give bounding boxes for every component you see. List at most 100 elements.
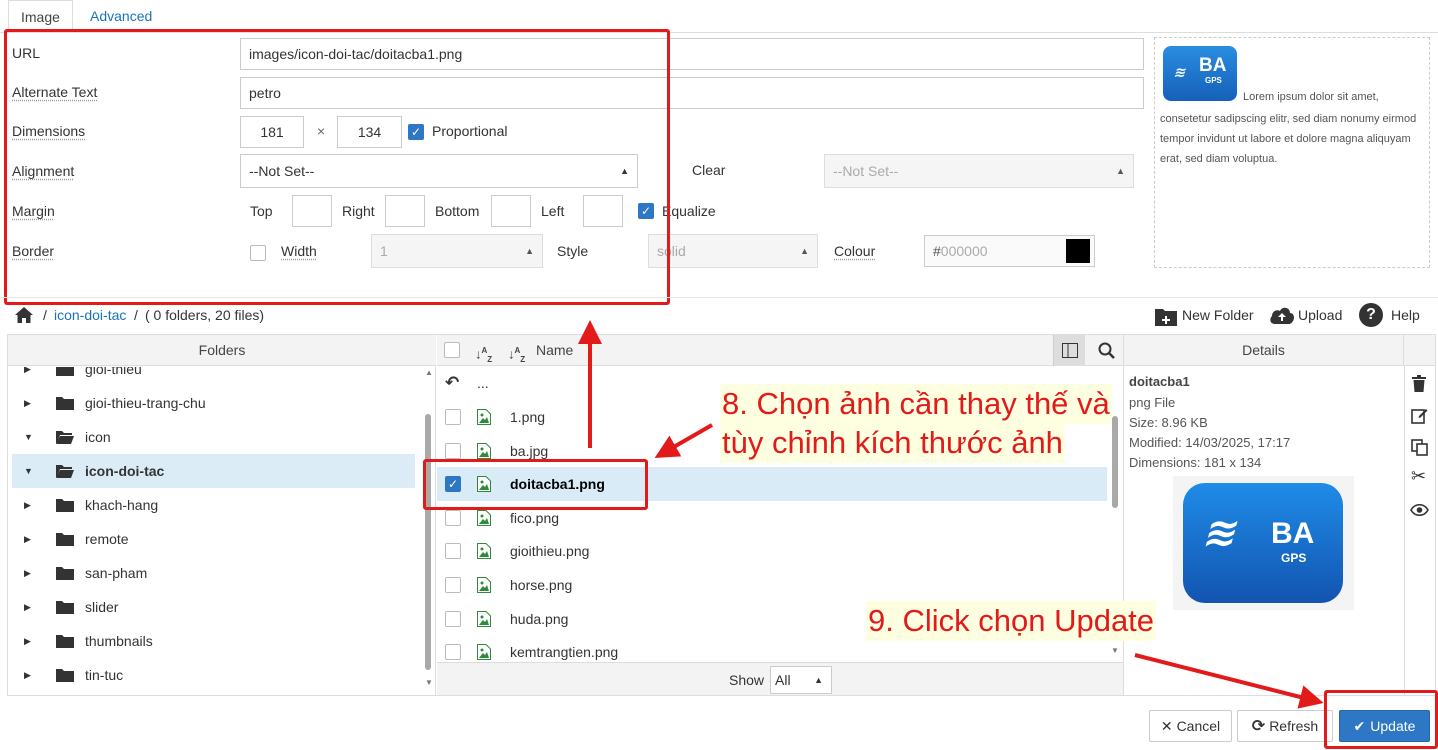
folder-item[interactable]: ▶ slider [12,590,415,624]
file-checkbox[interactable] [445,409,461,425]
preview-lorem-text: consetetur sadipscing elitr, sed diam no… [1160,113,1417,165]
details-dimensions: Dimensions: 181 x 134 [1129,455,1262,470]
caret-right-icon[interactable]: ▶ [24,386,31,420]
logo-text: BA [1199,55,1227,76]
colour-swatch[interactable] [1066,239,1090,263]
upload-label: Upload [1298,307,1343,323]
image-file-icon [477,442,491,459]
folder-scroll-thumb[interactable] [425,414,431,670]
selected-file-highlight-box [423,459,648,510]
folder-item[interactable]: ▼ icon [12,420,415,454]
details-name: doitacba1 [1129,374,1190,389]
breadcrumb-info: ( 0 folders, 20 files) [145,307,265,323]
border-style-select[interactable]: solid ▲ [648,234,818,268]
logo-sub: GPS [1205,76,1222,85]
cut-icon[interactable]: ✂ [1411,466,1426,487]
refresh-button[interactable]: ⟳ Refresh [1237,710,1333,742]
file-checkbox[interactable] [445,610,461,627]
preview-lorem-first: Lorem ipsum dolor sit amet, [1243,91,1379,103]
clear-select[interactable]: --Not Set-- ▲ [824,154,1134,188]
caret-right-icon[interactable]: ▶ [24,367,31,386]
folder-item[interactable]: ▼ icon-doi-tac [12,454,415,488]
caret-down-icon[interactable]: ▼ [24,454,33,488]
file-checkbox[interactable] [445,644,461,660]
folder-item-label: icon-doi-tac [85,463,165,479]
details-type: png File [1129,395,1176,410]
columns-icon [1062,343,1078,358]
folder-scrollbar[interactable]: ▲ ▼ [424,368,433,690]
clear-value: --Not Set-- [833,163,899,179]
caret-right-icon[interactable]: ▶ [24,624,31,658]
folder-item-label: san-pham [85,565,148,581]
eye-icon[interactable] [1410,504,1429,516]
caret-down-icon[interactable]: ▼ [24,420,33,454]
folder-open-icon [56,431,74,444]
folder-item[interactable]: ▶ gioi-thieu-trang-chu [12,386,415,420]
colour-input[interactable]: #000000 [924,235,1095,267]
select-arrows-icon: ▲ [1116,166,1125,176]
details-modified: Modified: 14/03/2025, 17:17 [1129,435,1291,450]
annotation-step8-line1: 8. Chọn ảnh cần thay thế và [720,384,1112,424]
breadcrumb-folder-link[interactable]: icon-doi-tac [54,307,126,323]
file-checkbox[interactable] [445,543,461,560]
close-icon: ✕ [1160,718,1173,734]
folder-item-label: slider [85,599,119,615]
caret-right-icon[interactable]: ▶ [24,590,31,624]
logo-mark-icon: ≋ [1172,64,1189,80]
home-icon[interactable] [14,306,34,324]
details-size: Size: 8.96 KB [1129,415,1208,430]
select-all-checkbox[interactable] [444,342,460,358]
logo-mark-icon: ≋ [1199,511,1245,555]
folder-item[interactable]: ▶ thumbnails [12,624,415,658]
help-label: Help [1391,307,1420,323]
file-name: 1.png [510,409,546,425]
folder-icon [56,533,74,546]
folder-item[interactable]: ▶ khach-hang [12,488,415,522]
folder-item-label: thumbnails [85,633,153,649]
folder-item[interactable]: ▶ san-pham [12,556,415,590]
file-row[interactable]: horse.png [437,568,1107,602]
image-file-icon [477,509,491,526]
file-checkbox[interactable] [445,577,461,593]
name-column-header[interactable]: Name [536,335,573,366]
parent-folder-label: ... [477,375,489,391]
image-file-icon [477,577,491,593]
cancel-button[interactable]: ✕ Cancel [1149,710,1232,742]
folder-item[interactable]: ▶ gioi-thieu [12,367,415,386]
files-header: ↓AZ ↓AZ Name [437,335,1123,366]
folder-item-label: remote [85,531,129,547]
view-toggle-button[interactable] [1053,335,1085,366]
update-highlight-box [1324,690,1438,749]
select-arrows-icon: ▲ [800,246,809,256]
folder-item-label: icon [85,429,111,445]
ba-gps-logo: ≋ BA GPS [1183,483,1343,603]
show-select[interactable]: All ▲ [770,666,832,694]
help-icon: ? [1359,303,1383,327]
folder-item-label: gioi-thieu [85,367,142,377]
caret-right-icon[interactable]: ▶ [24,488,31,522]
caret-right-icon[interactable]: ▶ [24,522,31,556]
caret-right-icon[interactable]: ▶ [24,658,31,692]
edit-icon[interactable] [1411,407,1428,424]
cancel-label: Cancel [1176,718,1221,734]
show-value: All [775,672,791,688]
image-file-icon [477,543,491,560]
file-checkbox[interactable] [445,442,461,459]
refresh-icon: ⟳ [1251,718,1266,735]
caret-right-icon[interactable]: ▶ [24,556,31,590]
file-checkbox[interactable] [445,509,461,526]
folder-icon [56,499,74,512]
annotation-step9: 9. Click chọn Update [866,601,1157,641]
image-file-icon [477,610,491,627]
folder-item[interactable]: ▶ remote [12,522,415,556]
file-scroll-thumb[interactable] [1112,416,1118,508]
form-highlight-box [4,29,670,305]
folder-item[interactable]: ▶ tin-tuc [12,658,415,692]
trash-icon[interactable] [1411,375,1427,392]
search-icon[interactable] [1098,342,1115,359]
cloud-upload-icon [1270,307,1294,324]
actions-header [1404,335,1435,366]
refresh-label: Refresh [1269,718,1319,734]
copy-icon[interactable] [1411,439,1428,456]
file-row[interactable]: gioithieu.png [437,534,1107,568]
